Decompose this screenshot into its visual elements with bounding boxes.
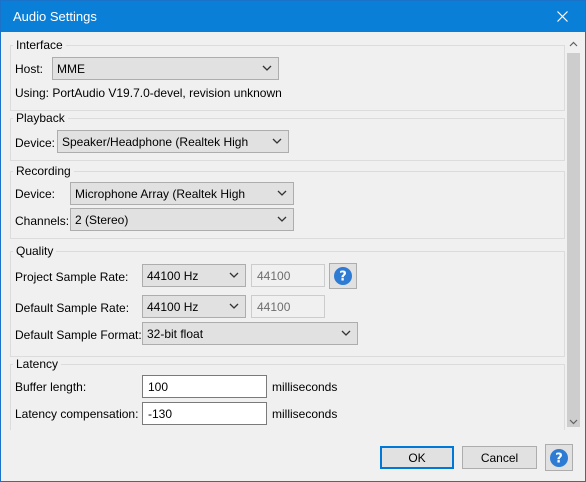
close-button[interactable] bbox=[539, 1, 585, 32]
playback-device-label: Device: bbox=[15, 136, 56, 150]
latency-compensation-unit: milliseconds bbox=[272, 407, 338, 421]
chevron-down-icon bbox=[229, 303, 239, 309]
scrollbar-thumb[interactable] bbox=[567, 53, 580, 427]
help-button[interactable]: ? bbox=[545, 444, 573, 471]
project-sample-rate-select[interactable]: 44100 Hz bbox=[142, 264, 246, 287]
portaudio-version-text: Using: PortAudio V19.7.0-devel, revision… bbox=[15, 86, 282, 100]
svg-text:?: ? bbox=[555, 451, 563, 466]
help-icon: ? bbox=[550, 448, 568, 467]
buffer-length-input[interactable]: 100 bbox=[142, 375, 267, 398]
close-icon bbox=[556, 11, 568, 22]
vertical-scrollbar[interactable] bbox=[565, 35, 582, 430]
channels-select[interactable]: 2 (Stereo) bbox=[70, 208, 294, 231]
chevron-down-icon bbox=[569, 419, 578, 424]
scroll-down-button[interactable] bbox=[565, 413, 582, 430]
buffer-length-unit: milliseconds bbox=[272, 380, 338, 394]
dialog-button-bar: OK Cancel ? bbox=[1, 431, 585, 481]
chevron-down-icon bbox=[272, 138, 282, 144]
latency-compensation-input[interactable]: -130 bbox=[142, 402, 267, 425]
quality-heading: Quality bbox=[13, 244, 57, 258]
project-sample-rate-label: Project Sample Rate: bbox=[15, 270, 129, 284]
host-label: Host: bbox=[15, 62, 44, 76]
buffer-length-label: Buffer length: bbox=[15, 380, 87, 394]
chevron-down-icon bbox=[262, 65, 272, 71]
playback-heading: Playback bbox=[13, 111, 68, 125]
channels-label: Channels: bbox=[15, 214, 70, 228]
chevron-up-icon bbox=[569, 41, 578, 46]
interface-heading: Interface bbox=[13, 38, 66, 52]
recording-device-label: Device: bbox=[15, 187, 56, 201]
sample-rate-help-button[interactable]: ? bbox=[329, 263, 357, 289]
settings-scroll-area: Interface Host: MME Using: PortAudio V19… bbox=[6, 35, 565, 430]
help-icon: ? bbox=[334, 267, 352, 285]
project-sample-rate-input: 44100 bbox=[251, 264, 325, 287]
latency-heading: Latency bbox=[13, 357, 62, 371]
default-sample-format-label: Default Sample Format: bbox=[15, 328, 142, 342]
default-sample-format-select[interactable]: 32-bit float bbox=[142, 322, 358, 345]
audio-settings-dialog: Audio Settings Interface Host: MME Using… bbox=[0, 0, 586, 482]
default-sample-rate-select[interactable]: 44100 Hz bbox=[142, 295, 246, 318]
recording-heading: Recording bbox=[13, 164, 74, 178]
window-title: Audio Settings bbox=[13, 9, 97, 24]
chevron-down-icon bbox=[229, 272, 239, 278]
svg-text:?: ? bbox=[339, 270, 347, 285]
default-sample-rate-label: Default Sample Rate: bbox=[15, 301, 130, 315]
ok-button[interactable]: OK bbox=[380, 446, 454, 469]
host-select[interactable]: MME bbox=[52, 57, 279, 80]
scroll-up-button[interactable] bbox=[565, 35, 582, 52]
chevron-down-icon bbox=[277, 190, 287, 196]
title-bar: Audio Settings bbox=[1, 1, 585, 32]
recording-device-select[interactable]: Microphone Array (Realtek High bbox=[70, 182, 294, 205]
playback-device-select[interactable]: Speaker/Headphone (Realtek High bbox=[57, 130, 289, 153]
latency-compensation-label: Latency compensation: bbox=[15, 407, 139, 421]
cancel-button[interactable]: Cancel bbox=[462, 446, 537, 469]
chevron-down-icon bbox=[277, 216, 287, 222]
default-sample-rate-input: 44100 bbox=[251, 295, 325, 318]
chevron-down-icon bbox=[341, 330, 351, 336]
